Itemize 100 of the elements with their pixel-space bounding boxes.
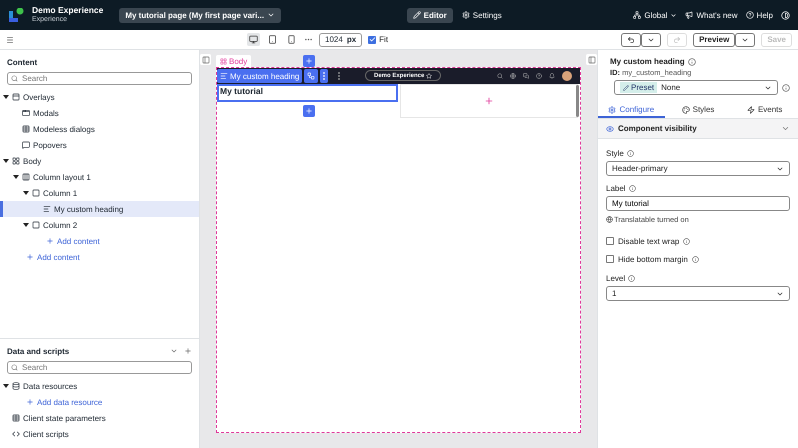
checkbox[interactable] — [606, 255, 614, 263]
caret-icon[interactable] — [3, 384, 9, 388]
heading-icon — [220, 72, 228, 80]
globe-icon — [606, 216, 613, 223]
more-button[interactable] — [320, 69, 328, 83]
info-icon — [628, 185, 636, 192]
caret-icon[interactable] — [23, 223, 29, 227]
add-icon[interactable] — [184, 347, 192, 355]
page-selector[interactable]: My tutorial page (My first page vari... — [119, 8, 282, 22]
header-link[interactable]: Global — [644, 8, 678, 22]
plus-icon — [26, 253, 34, 261]
tree-item[interactable]: Modals — [33, 108, 59, 118]
dropdown-button[interactable] — [641, 32, 662, 46]
add-link[interactable]: Add data resource — [0, 394, 192, 410]
megaphone-icon — [685, 11, 694, 19]
network-icon — [633, 11, 642, 19]
add-link[interactable]: Add content — [0, 233, 192, 249]
header-link[interactable]: What's new — [696, 8, 738, 22]
tree-item[interactable]: Body — [23, 156, 42, 166]
checkbox-label: Fit — [379, 35, 388, 44]
chevron-down-icon[interactable] — [170, 347, 178, 355]
tree-item[interactable]: Overlays — [23, 92, 55, 102]
style-select[interactable]: Header-primary — [606, 161, 790, 176]
phone-icon — [287, 35, 296, 44]
app-name: Demo Experience — [32, 5, 104, 15]
tree-item[interactable]: My custom heading — [54, 204, 124, 214]
section-title: Content — [7, 58, 38, 66]
header-link[interactable]: Help — [756, 8, 773, 22]
pencil-icon — [623, 84, 629, 90]
settings-icon — [608, 106, 616, 114]
info-icon — [688, 58, 696, 66]
plus-icon — [26, 398, 34, 406]
tree-item[interactable]: Data resources — [23, 382, 78, 390]
help-icon — [746, 11, 754, 19]
label-field[interactable]: My tutorial — [606, 196, 790, 211]
preview-button[interactable]: Preview — [693, 32, 736, 46]
heading-icon — [43, 205, 51, 213]
search-field[interactable]: Search — [7, 72, 192, 85]
table-icon — [12, 414, 20, 422]
scrollbar[interactable] — [576, 85, 579, 117]
body-tag[interactable]: Body — [216, 55, 252, 67]
workflow-icon — [307, 72, 316, 80]
workflow-button[interactable] — [304, 69, 318, 83]
mode-tab[interactable]: Editor — [406, 8, 453, 22]
tree-item[interactable]: Column 2 — [43, 220, 78, 230]
width-field[interactable]: 1024 px — [319, 32, 362, 46]
search-icon — [497, 73, 503, 79]
help-icon — [536, 73, 542, 79]
tree-item[interactable]: Modeless dialogs — [33, 124, 95, 134]
desktop-icon — [249, 35, 258, 44]
popover-icon — [22, 141, 30, 149]
caret-icon[interactable] — [3, 159, 9, 163]
dropdown-button[interactable] — [735, 32, 756, 46]
plus-icon — [484, 96, 494, 106]
chevron-down-icon — [781, 124, 790, 133]
checkbox[interactable] — [606, 237, 614, 245]
tree-item[interactable]: Column 1 — [43, 188, 78, 198]
panel-icon — [588, 56, 596, 64]
info-icon — [683, 238, 690, 244]
undo-button[interactable] — [621, 32, 642, 46]
tree-item[interactable]: Client scripts — [23, 430, 69, 438]
info-icon — [628, 275, 636, 282]
inspector-tab[interactable]: Events — [731, 103, 798, 118]
menu-icon[interactable] — [6, 36, 14, 44]
add-link[interactable]: Add content — [0, 249, 192, 265]
palette-icon — [682, 106, 690, 114]
panel-toggle-button[interactable] — [200, 54, 211, 65]
caret-icon[interactable] — [13, 175, 19, 179]
globe-icon — [510, 73, 516, 79]
add-button[interactable] — [303, 105, 315, 117]
avatar — [562, 71, 572, 81]
caret-icon[interactable] — [3, 95, 9, 99]
plus-icon — [305, 57, 313, 65]
tree-item[interactable]: Client state parameters — [23, 414, 106, 422]
caret-icon[interactable] — [23, 191, 29, 195]
settings-icon — [462, 11, 470, 19]
tree-item[interactable]: Popovers — [33, 140, 67, 150]
logo-icon — [8, 8, 24, 22]
section-header[interactable]: Component visibility — [598, 119, 798, 139]
add-button[interactable] — [303, 55, 315, 67]
undo-icon — [627, 36, 636, 44]
check-icon — [368, 36, 376, 43]
level-select[interactable]: 1 — [606, 286, 790, 301]
device-button[interactable] — [247, 33, 260, 46]
panel-toggle-button[interactable] — [586, 54, 597, 65]
component-label[interactable]: My custom heading — [217, 69, 302, 83]
section-title: Data and scripts — [7, 346, 70, 356]
code-icon — [12, 430, 20, 438]
tree-item[interactable]: Column layout 1 — [33, 172, 91, 182]
mode-tab[interactable]: Settings — [456, 8, 508, 22]
heading-text[interactable]: My tutorial — [217, 84, 398, 102]
inspector-tab[interactable]: Styles — [664, 103, 732, 118]
fit-checkbox[interactable] — [368, 36, 376, 44]
contrast-icon[interactable] — [781, 10, 790, 20]
layout-icon — [12, 157, 20, 165]
more-icon[interactable] — [338, 72, 340, 80]
bell-icon — [549, 73, 555, 79]
search-field[interactable]: Search — [7, 361, 192, 374]
panel-icon — [202, 56, 210, 64]
preset-select[interactable]: Preset None — [614, 80, 778, 95]
